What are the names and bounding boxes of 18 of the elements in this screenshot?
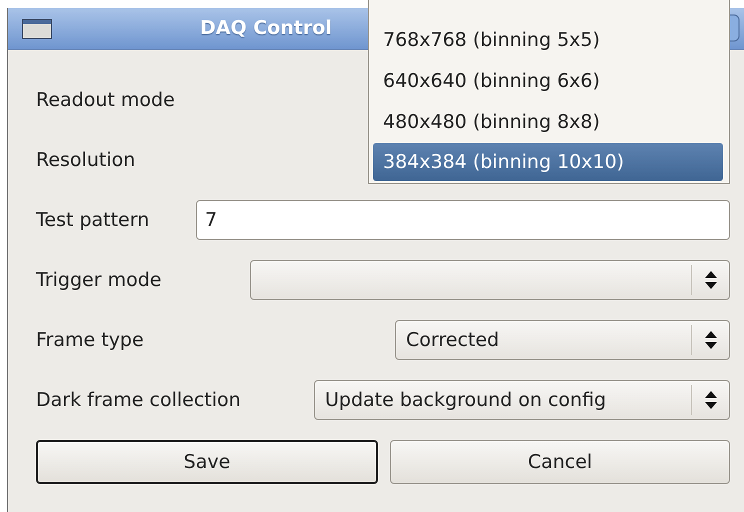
menu-item[interactable]: 480x480 (binning 8x8) (373, 102, 723, 143)
combo-box[interactable]: Update background on config (314, 380, 730, 420)
field-label: Test pattern (36, 208, 150, 233)
combo-box[interactable]: Corrected (395, 320, 730, 360)
window-title: DAQ Control (200, 16, 332, 42)
window-icon (22, 18, 52, 38)
field-label: Dark frame collection (36, 388, 241, 413)
field-label: Readout mode (36, 88, 175, 113)
menu-item[interactable]: 768x768 (binning 5x5) (373, 20, 723, 61)
field-label: Resolution (36, 148, 136, 173)
field-label: Trigger mode (36, 268, 162, 293)
dialog-button[interactable]: Cancel (390, 440, 730, 484)
menu-item[interactable]: 384x384 (binning 10x10) (373, 143, 723, 181)
dialog-button[interactable]: Save (36, 440, 378, 484)
menu-item[interactable]: 640x640 (binning 6x6) (373, 61, 723, 102)
text-field[interactable]: 7 (196, 200, 730, 240)
field-label: Frame type (36, 328, 144, 353)
combo-box[interactable] (250, 260, 730, 300)
